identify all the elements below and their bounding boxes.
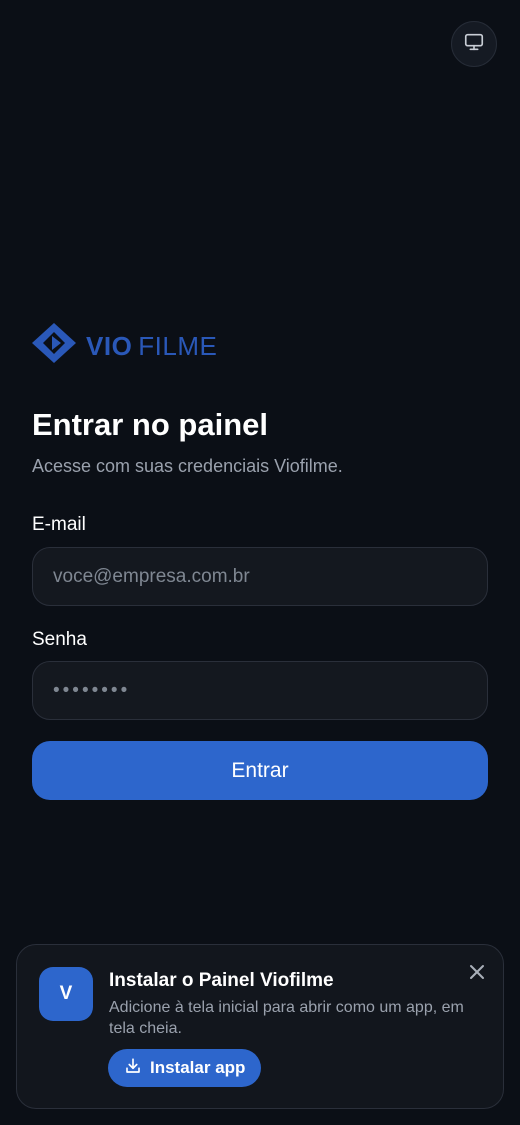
password-field[interactable] xyxy=(32,661,488,720)
email-label: E-mail xyxy=(32,514,86,535)
brand-logo: VIO FILME xyxy=(32,323,217,368)
install-app-label: Instalar app xyxy=(150,1058,246,1077)
download-icon xyxy=(124,1057,142,1080)
monitor-icon xyxy=(463,31,485,58)
install-title: Instalar o Painel Viofilme xyxy=(109,970,334,991)
email-field[interactable] xyxy=(32,547,488,606)
brand-name-light: FILME xyxy=(138,330,218,361)
close-icon xyxy=(469,964,485,985)
vio-logo-icon xyxy=(32,323,76,368)
install-description: Adicione à tela inicial para abrir como … xyxy=(109,999,464,1037)
display-mode-button[interactable] xyxy=(451,21,497,67)
brand-name-strong: VIO xyxy=(86,330,133,361)
install-app-banner: V Instalar o Painel Viofilme Adicione à … xyxy=(16,944,504,1109)
close-banner-button[interactable] xyxy=(466,963,488,985)
app-avatar: V xyxy=(39,967,93,1021)
login-button[interactable]: Entrar xyxy=(32,741,488,800)
password-label: Senha xyxy=(32,629,87,650)
page-title: Entrar no painel xyxy=(32,407,268,442)
install-app-button[interactable]: Instalar app xyxy=(108,1049,262,1087)
page-subtitle: Acesse com suas credenciais Viofilme. xyxy=(32,456,343,476)
login-page: VIO FILME Entrar no painel Acesse com sua… xyxy=(0,0,520,1125)
brand-name: VIO FILME xyxy=(86,333,217,359)
